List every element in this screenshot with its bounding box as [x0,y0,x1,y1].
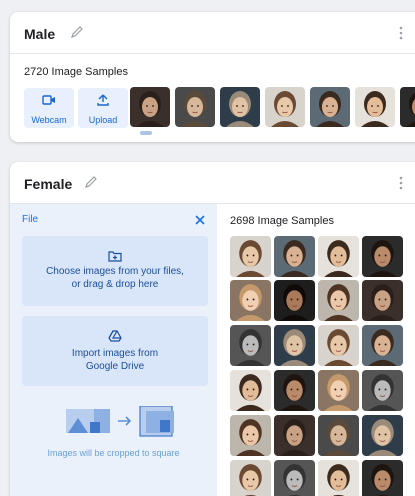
image-thumbnail[interactable] [318,280,359,321]
image-thumbnail[interactable] [400,87,415,127]
google-drive-icon [108,330,122,342]
image-thumbnail[interactable] [362,460,403,496]
choose-files-dropzone[interactable]: Choose images from your files, or drag &… [22,236,208,306]
webcam-button[interactable]: Webcam [24,88,74,128]
image-thumbnail[interactable] [274,325,315,366]
face-photo [318,460,359,496]
choose-files-line-2: or drag & drop here [71,279,159,290]
face-photo [362,415,403,456]
upload-label: Upload [88,115,118,125]
face-photo [362,460,403,496]
image-thumbnail[interactable] [362,370,403,411]
image-thumbnail[interactable] [362,236,403,277]
image-thumbnail[interactable] [130,87,170,127]
face-photo [230,415,271,456]
image-thumbnail[interactable] [318,460,359,496]
image-thumbnail[interactable] [355,87,395,127]
image-thumbnail[interactable] [274,280,315,321]
class-title[interactable]: Female [24,176,72,192]
image-thumbnail[interactable] [274,460,315,496]
face-photo [274,236,315,277]
face-photo [265,87,305,127]
sample-count: 2720 Image Samples [24,66,128,78]
choose-files-line-1: Choose images from your files, [46,266,184,277]
face-photo [318,280,359,321]
google-drive-import[interactable]: Import images from Google Drive [22,316,208,386]
image-thumbnail[interactable] [274,370,315,411]
face-photo [318,415,359,456]
face-photo [230,460,271,496]
face-photo [274,460,315,496]
folder-add-icon [108,251,122,262]
card-header: Female [10,162,415,204]
more-vert-icon[interactable] [396,24,406,42]
image-thumbnail[interactable] [318,415,359,456]
face-photo [362,236,403,277]
image-thumbnail[interactable] [318,325,359,366]
face-photo [318,325,359,366]
image-thumbnail[interactable] [230,236,271,277]
class-card-male: Male 2720 Image Samples Webcam Upload [10,12,415,142]
image-thumbnail[interactable] [230,460,271,496]
face-photo [274,280,315,321]
face-photo [175,87,215,127]
face-photo [362,280,403,321]
face-photo [355,87,395,127]
image-thumbnail[interactable] [230,280,271,321]
sample-count: 2698 Image Samples [230,215,334,227]
image-thumbnail[interactable] [362,280,403,321]
image-thumbnail[interactable] [274,236,315,277]
image-thumbnail[interactable] [318,370,359,411]
face-photo [130,87,170,127]
webcam-label: Webcam [31,115,67,125]
image-thumbnail[interactable] [230,370,271,411]
face-photo [310,87,350,127]
face-photo [230,236,271,277]
image-thumbnail[interactable] [318,236,359,277]
face-photo [318,370,359,411]
card-header: Male [10,12,415,54]
face-photo [362,325,403,366]
face-photo [400,87,415,127]
upload-button[interactable]: Upload [78,88,128,128]
webcam-icon [42,95,55,105]
crop-note: Images will be cropped to square [47,448,180,458]
image-thumbnail[interactable] [230,415,271,456]
face-photo [274,325,315,366]
face-photo [274,415,315,456]
image-thumbnail[interactable] [230,325,271,366]
close-icon[interactable] [194,214,206,226]
drive-line-1: Import images from [71,348,159,359]
image-thumbnail[interactable] [310,87,350,127]
image-thumbnail[interactable] [175,87,215,127]
file-upload-panel: File Choose images from your files, or d… [10,204,217,496]
scroll-indicator[interactable] [140,131,152,135]
face-photo [362,370,403,411]
class-title[interactable]: Male [24,26,55,42]
drive-line-2: Google Drive [85,361,145,372]
pencil-icon[interactable] [70,25,84,39]
image-thumbnail[interactable] [220,87,260,127]
image-thumbnail[interactable] [362,325,403,366]
pencil-icon[interactable] [84,175,98,189]
upload-icon [97,94,109,106]
panel-title: File [22,214,39,225]
face-photo [220,87,260,127]
face-photo [230,370,271,411]
face-photo [274,370,315,411]
image-thumbnail[interactable] [274,415,315,456]
face-photo [318,236,359,277]
crop-illustration-icon [66,406,174,437]
face-photo [230,280,271,321]
image-thumbnail[interactable] [362,415,403,456]
class-card-female: Female File Choose images from your file… [10,162,415,496]
image-thumbnail[interactable] [265,87,305,127]
more-vert-icon[interactable] [396,174,406,192]
face-photo [230,325,271,366]
